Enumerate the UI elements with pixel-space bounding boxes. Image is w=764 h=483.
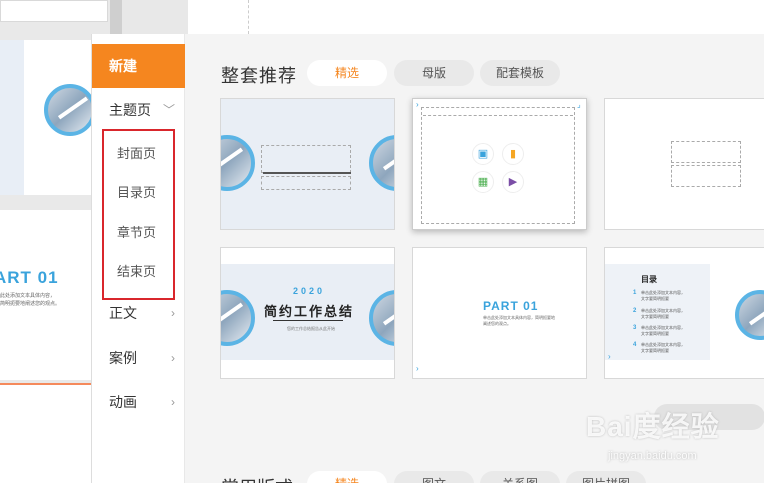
- watermark-logo: Bai度经验: [586, 411, 720, 442]
- slide-part-title: PART 01: [483, 299, 539, 313]
- section-title: 整套推荐: [221, 66, 297, 86]
- tab-featured[interactable]: 精选: [307, 60, 387, 86]
- slide-part-text: ART 01: [0, 268, 59, 287]
- template-card[interactable]: [220, 98, 395, 230]
- toc-number: 4: [633, 342, 637, 348]
- template-card[interactable]: 2020 简约工作总结 您的工作总结报告从此开始: [220, 247, 395, 379]
- slide-title: 简约工作总结: [264, 304, 355, 319]
- placeholder-line: [423, 115, 573, 116]
- video-icon[interactable]: ▶: [502, 171, 524, 193]
- corner-icon: ⌟: [577, 100, 581, 109]
- tab-master[interactable]: 母版: [394, 60, 474, 86]
- table-icon[interactable]: ▦: [472, 171, 494, 193]
- toc-number: 3: [633, 325, 637, 331]
- arrow-icon: ›: [416, 100, 419, 109]
- nav-item-theme[interactable]: 主题页 ﹀: [92, 90, 185, 130]
- nav-new[interactable]: 新建: [92, 44, 185, 88]
- placeholder-box: [671, 141, 741, 163]
- nav-item-label: 案例: [109, 350, 137, 366]
- toc-title: 目录: [641, 275, 657, 284]
- placeholder-box: [261, 145, 351, 173]
- placeholder-box: [261, 176, 351, 190]
- tab-layout-image-text[interactable]: 图文: [394, 471, 474, 483]
- tab-layout-relation[interactable]: 关系图: [480, 471, 560, 483]
- image-icon[interactable]: ▣: [472, 143, 494, 165]
- slide-subtitle: 您的工作总结报告从此开始: [287, 326, 335, 331]
- template-card[interactable]: [604, 98, 764, 230]
- watermark-url: jingyan.baidu.com: [608, 450, 697, 462]
- slide-body-text: 单击此处添加文本具体内容，简明扼要地阐述您的观点。: [483, 315, 555, 326]
- toc-item: 单击此处添加文本内容， 文字要简明扼要: [641, 290, 685, 301]
- tab-layout-collage[interactable]: 图片拼图: [566, 471, 646, 483]
- section-title-layouts: 常用版式: [221, 474, 293, 483]
- toc-item: 单击此处添加文本内容， 文字要简明扼要: [641, 308, 685, 319]
- nav-item-animation[interactable]: 动画 ›: [92, 382, 185, 422]
- decor-image: [735, 290, 764, 340]
- template-card[interactable]: PART 01 单击此处添加文本具体内容，简明扼要地阐述您的观点。 ›: [412, 247, 587, 379]
- slide-body-text: 此处添加文本具体内容， 简明扼要地阐述您的观点。: [0, 293, 61, 307]
- nav-item-label: 正文: [109, 305, 137, 321]
- slide-thumbnail[interactable]: [0, 0, 108, 22]
- chevron-down-icon: ﹀: [162, 103, 175, 117]
- toc-number: 1: [633, 290, 637, 296]
- chart-icon[interactable]: ▮: [502, 143, 524, 165]
- toc-item: 单击此处添加文本内容， 文字要简明扼要: [641, 325, 685, 336]
- tab-layout-featured[interactable]: 精选: [307, 471, 387, 483]
- nav-item-case[interactable]: 案例 ›: [92, 338, 185, 378]
- toc-number: 2: [633, 308, 637, 314]
- chevron-right-icon: ›: [171, 351, 175, 365]
- arrow-icon: ›: [608, 352, 611, 361]
- decor-image: [221, 135, 255, 191]
- decor-image: [369, 135, 394, 191]
- divider: [263, 172, 351, 174]
- highlight-box: [102, 129, 175, 300]
- tab-matching-templates[interactable]: 配套模板: [480, 60, 560, 86]
- editor-canvas-top: [188, 0, 764, 34]
- nav-item-label: 动画: [109, 394, 137, 410]
- divider: [273, 320, 343, 321]
- placeholder-box: [421, 107, 575, 224]
- chevron-right-icon: ›: [171, 395, 175, 409]
- template-card-selected[interactable]: › ⌟ ▣ ▮ ▦ ▶: [412, 98, 587, 230]
- template-card[interactable]: 目录 1 单击此处添加文本内容， 文字要简明扼要 2 单击此处添加文本内容， 文…: [604, 247, 764, 379]
- placeholder-box: [671, 165, 741, 187]
- nav-item-label: 主题页: [109, 102, 151, 118]
- arrow-icon: ›: [416, 364, 419, 373]
- slide-year: 2020: [293, 286, 326, 296]
- guide-line: [248, 0, 249, 34]
- toc-item: 单击此处添加文本内容， 文字要简明扼要: [641, 342, 685, 353]
